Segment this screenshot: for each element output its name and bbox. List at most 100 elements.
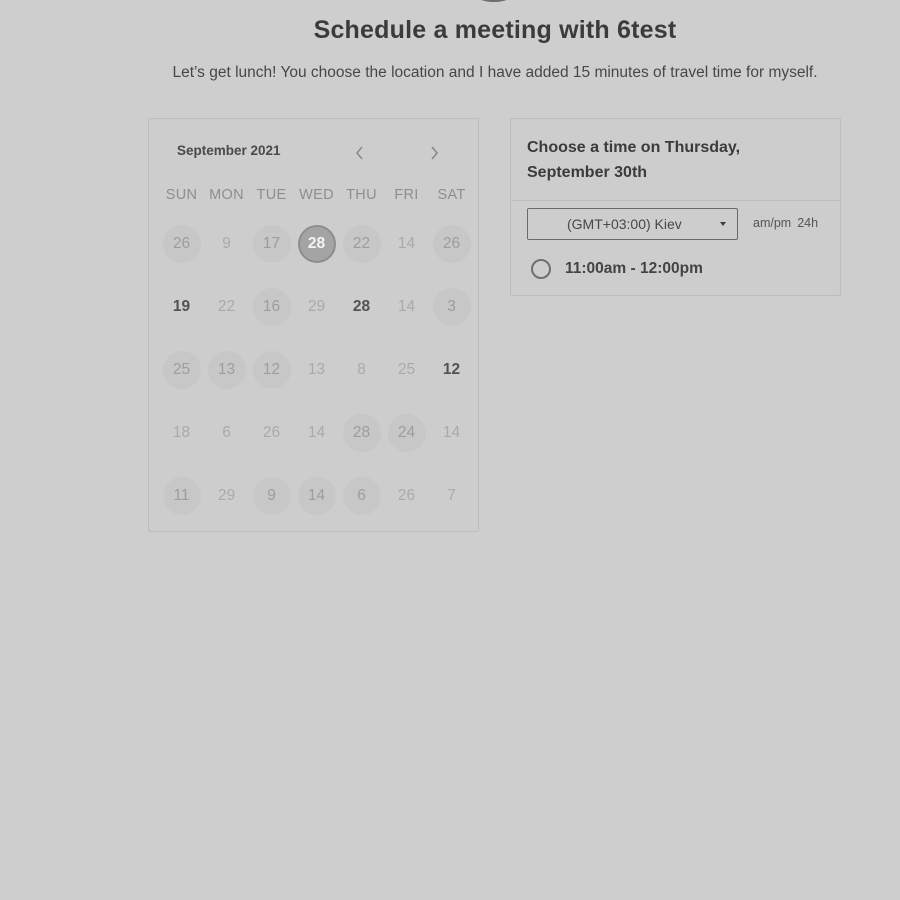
calendar-day: 14 (429, 414, 474, 477)
calendar-day[interactable]: 6 (339, 477, 384, 540)
calendar-day-number: 28 (352, 298, 371, 315)
calendar-panel: September 2021 SUN MON TUE WED THU FRI SAT 26 9… (148, 118, 479, 532)
calendar-day: 25 (384, 351, 429, 414)
calendar-day[interactable]: 24 (384, 414, 429, 477)
weekday-label: THU (346, 187, 377, 203)
calendar-day-number: 19 (172, 298, 191, 315)
calendar-day-number: 29 (217, 487, 236, 504)
weekday-label: FRI (394, 187, 419, 203)
next-month-button[interactable] (422, 141, 446, 165)
timezone-value: (GMT+03:00) Kiev (567, 216, 682, 232)
time-format-toggle: am/pm 24h (753, 216, 818, 230)
calendar-day-number: 28 (297, 225, 336, 263)
page-title: Schedule a meeting with 6test (313, 16, 677, 44)
calendar-day-number: 11 (162, 477, 201, 515)
calendar-day-number: 12 (252, 351, 291, 389)
calendar-day[interactable]: 17 (249, 225, 294, 288)
calendar-day[interactable]: 28 (339, 288, 384, 351)
calendar-day-number: 7 (447, 487, 456, 504)
calendar-day[interactable]: 12 (429, 351, 474, 414)
calendar-day-selected[interactable]: 28 (294, 225, 339, 288)
calendar-day-number: 25 (162, 351, 201, 389)
calendar-day-number: 29 (307, 298, 326, 315)
calendar-day: 22 (204, 288, 249, 351)
calendar-day[interactable]: 12 (249, 351, 294, 414)
calendar-day-number: 22 (342, 225, 381, 263)
calendar-day-number: 14 (307, 424, 326, 441)
calendar-day: 8 (339, 351, 384, 414)
calendar-day: 14 (384, 225, 429, 288)
calendar-day[interactable]: 19 (159, 288, 204, 351)
calendar-day-number: 14 (397, 298, 416, 315)
calendar-days-grid: 26 9 17 28 22 14 26 19 22 16 29 28 14 3 25 13 12 13 8 25 12 1… (159, 225, 474, 540)
calendar-day-number: 9 (252, 477, 291, 515)
weekday-header-row: SUN MON TUE WED THU FRI SAT (159, 187, 474, 203)
calendar-day-number: 28 (342, 414, 381, 452)
time-slots-heading: Choose a time on Thursday, September 30t… (527, 139, 741, 181)
weekday-label: TUE (256, 187, 287, 203)
calendar-day: 26 (249, 414, 294, 477)
calendar-day[interactable]: 3 (429, 288, 474, 351)
time-format-24h-option[interactable]: 24h (797, 216, 818, 230)
calendar-day-number: 26 (162, 225, 201, 263)
calendar-day-number: 3 (432, 288, 471, 326)
calendar-day[interactable]: 26 (159, 225, 204, 288)
calendar-day-number: 8 (357, 361, 366, 378)
chevron-left-icon (355, 146, 363, 160)
page-description: Let’s get lunch! You choose the location… (172, 64, 818, 81)
weekday-label: SUN (165, 187, 198, 203)
calendar-day-number: 26 (432, 225, 471, 263)
time-format-ampm-option[interactable]: am/pm (753, 216, 791, 230)
calendar-day[interactable]: 9 (249, 477, 294, 540)
weekday-label: SAT (437, 187, 466, 203)
chevron-right-icon (431, 146, 439, 160)
calendar-day-number: 13 (207, 351, 246, 389)
calendar-day-number: 25 (397, 361, 416, 378)
calendar-day-number: 13 (307, 361, 326, 378)
calendar-day: 26 (384, 477, 429, 540)
calendar-day: 29 (204, 477, 249, 540)
calendar-month-label: September 2021 (177, 143, 281, 158)
calendar-day: 13 (294, 351, 339, 414)
calendar-day: 9 (204, 225, 249, 288)
calendar-day[interactable]: 28 (339, 414, 384, 477)
time-slots-panel: Choose a time on Thursday, September 30t… (510, 118, 841, 296)
calendar-day-number: 16 (252, 288, 291, 326)
calendar-day[interactable]: 26 (429, 225, 474, 288)
time-slot-option[interactable]: 11:00am - 12:00pm (531, 259, 703, 279)
calendar-day-number: 26 (262, 424, 281, 441)
weekday-label: MON (209, 187, 244, 203)
calendar-day-number: 14 (442, 424, 461, 441)
calendar-day-number: 9 (222, 235, 231, 252)
time-slot-label: 11:00am - 12:00pm (565, 260, 703, 277)
calendar-day[interactable]: 25 (159, 351, 204, 414)
calendar-day-number: 6 (222, 424, 231, 441)
calendar-day-number: 12 (442, 361, 461, 378)
calendar-day-number: 24 (387, 414, 426, 452)
calendar-day: 14 (384, 288, 429, 351)
calendar-day[interactable]: 14 (294, 477, 339, 540)
calendar-day-number: 14 (397, 235, 416, 252)
divider (511, 200, 840, 201)
calendar-day-number: 6 (342, 477, 381, 515)
avatar (452, 0, 536, 2)
previous-month-button[interactable] (348, 141, 372, 165)
weekday-label: WED (299, 187, 334, 203)
calendar-day-number: 14 (297, 477, 336, 515)
calendar-day: 6 (204, 414, 249, 477)
calendar-day-number: 18 (172, 424, 191, 441)
calendar-day[interactable]: 11 (159, 477, 204, 540)
calendar-day: 18 (159, 414, 204, 477)
calendar-day: 14 (294, 414, 339, 477)
calendar-day-number: 22 (217, 298, 236, 315)
calendar-day[interactable]: 13 (204, 351, 249, 414)
timezone-select[interactable]: (GMT+03:00) Kiev (527, 208, 738, 240)
calendar-day: 7 (429, 477, 474, 540)
radio-button[interactable] (531, 259, 551, 279)
calendar-day-number: 26 (397, 487, 416, 504)
calendar-day[interactable]: 16 (249, 288, 294, 351)
calendar-day-number: 17 (252, 225, 291, 263)
calendar-day: 29 (294, 288, 339, 351)
dropdown-caret-icon (720, 222, 726, 226)
calendar-day[interactable]: 22 (339, 225, 384, 288)
